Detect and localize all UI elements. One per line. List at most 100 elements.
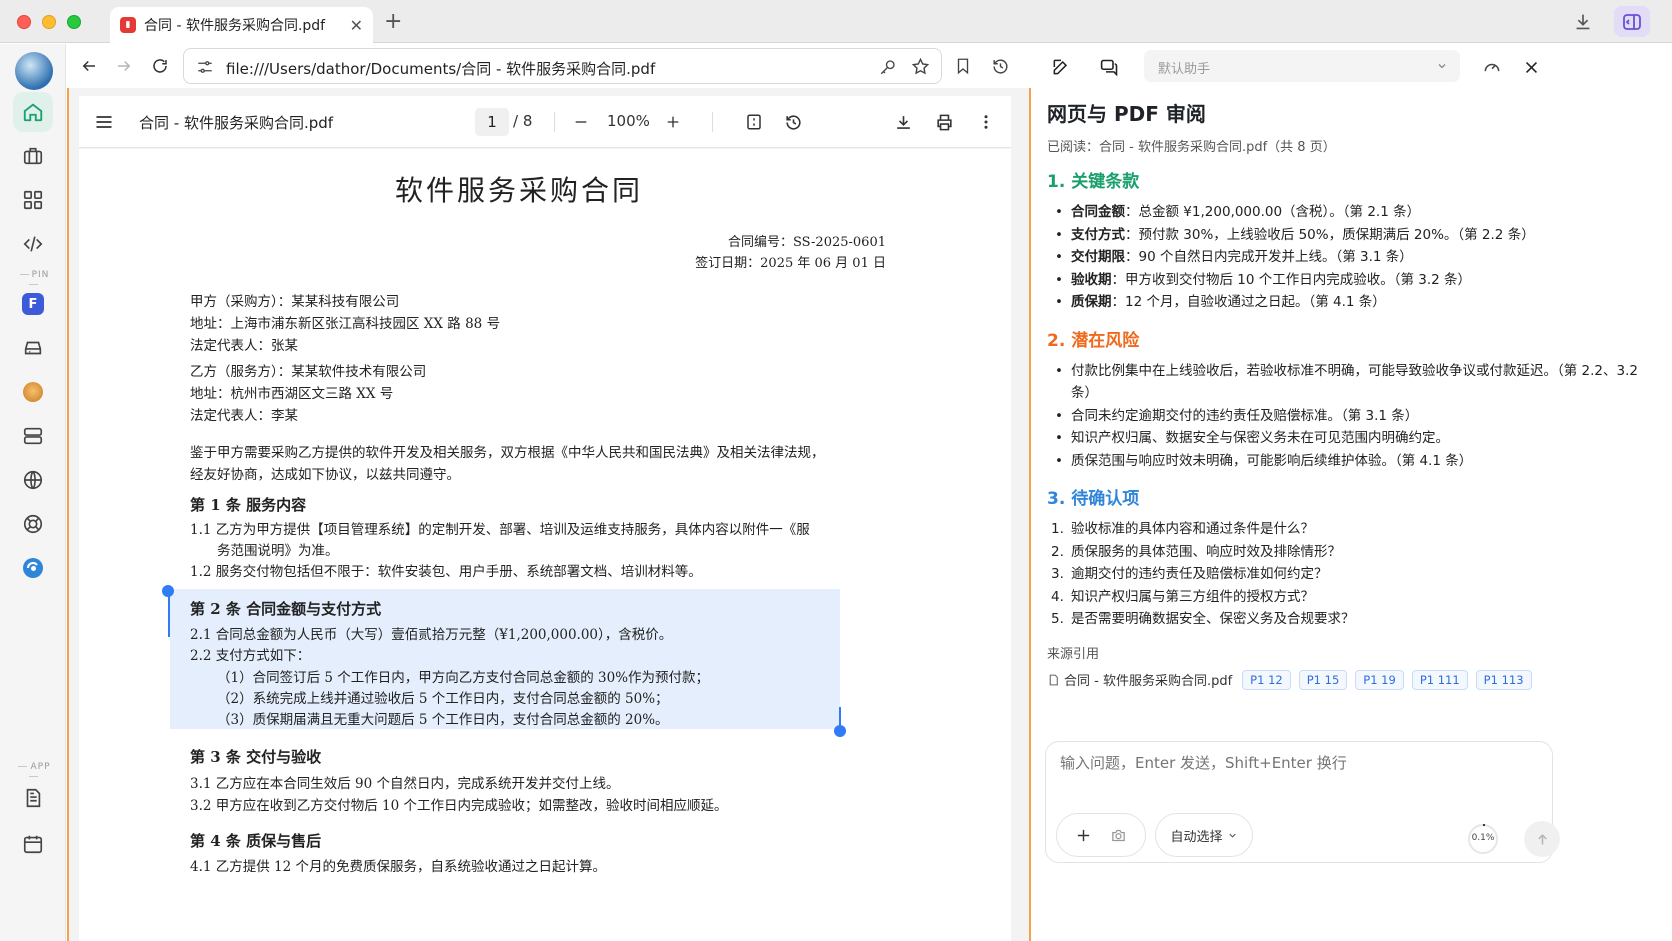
page-number-input[interactable]: 1 [475, 108, 509, 136]
rail-workspace[interactable] [13, 136, 53, 176]
f-app-icon: F [22, 293, 44, 315]
section-open-items: 3. 待确认项 [1047, 489, 1140, 509]
term-label: 交付期限 [1071, 249, 1125, 265]
conversations-button[interactable] [1097, 55, 1121, 79]
site-settings-icon[interactable] [196, 58, 214, 76]
context-usage-indicator: 0.1% [1467, 823, 1499, 855]
page-total: / 8 [513, 112, 533, 130]
home-icon [23, 103, 43, 122]
sources-label: 来源引用 [1047, 646, 1100, 662]
edit-icon [1053, 59, 1068, 75]
menu-icon[interactable] [94, 112, 114, 132]
address-bar[interactable]: file:///Users/dathor/Documents/合同 - 软件服务… [183, 48, 942, 84]
rotate-button[interactable] [781, 110, 805, 134]
source-chip[interactable]: P1 111 [1411, 669, 1468, 690]
window-close-button[interactable] [17, 15, 31, 29]
article-line: （1）合同签订后 5 个工作日内，甲方向乙方支付合同总金额的 30%作为预付款； [217, 670, 710, 686]
bookmarks-button[interactable] [951, 54, 975, 78]
chat-composer: 自动选择 0.1% [1045, 741, 1600, 863]
new-chat-button[interactable] [1049, 55, 1073, 79]
rail-browser[interactable] [13, 548, 53, 588]
print-button[interactable] [932, 110, 956, 134]
model-select-value: 自动选择 [1170, 829, 1223, 845]
model-select[interactable]: 自动选择 [1155, 813, 1253, 857]
key-terms-list: 合同金额：总金额 ¥1,200,000.00（含税）。（第 2.1 条） 支付方… [1047, 201, 1647, 314]
assistant-selector[interactable]: 默认助手 [1144, 50, 1460, 82]
article-line: （3）质保期届满且无重大问题后 5 个工作日内，支付合同总金额的 20%。 [217, 712, 669, 728]
more-options-button[interactable] [974, 110, 998, 134]
selection-end-handle[interactable] [834, 725, 846, 737]
term-text: ：12 个月，自验收通过之日起。（第 4.1 条） [1111, 294, 1386, 310]
download-icon [896, 115, 910, 129]
chat-input[interactable] [1060, 754, 1600, 772]
item-text: 质保服务的具体范围、响应时效及排除情形？ [1071, 543, 1341, 560]
pdf-download-button[interactable] [891, 110, 915, 134]
article-2-heading: 第 2 条 合同金额与支付方式 [190, 600, 382, 618]
sidebar-toggle-button[interactable] [1614, 6, 1650, 37]
speed-button[interactable] [1480, 55, 1504, 79]
arrow-up-icon [1537, 833, 1547, 844]
tab-close-icon[interactable]: ✕ [350, 16, 363, 35]
rail-apps[interactable] [13, 180, 53, 220]
rail-web[interactable] [13, 460, 53, 500]
downloads-icon[interactable] [1572, 11, 1594, 33]
rail-support[interactable] [13, 504, 53, 544]
article-line: 务范围说明》为准。 [217, 543, 339, 559]
owl-app-icon [23, 382, 43, 402]
forward-button[interactable] [112, 54, 136, 78]
article-line: 1.1 乙方为甲方提供【项目管理系统】的定制开发、部署、培训及运维支持服务，具体… [190, 522, 810, 538]
rail-calendar[interactable] [13, 824, 53, 864]
plus-icon [667, 116, 679, 128]
rail-mascot[interactable] [13, 372, 53, 412]
zoom-level: 100% [607, 112, 650, 130]
zoom-in-button[interactable] [661, 110, 685, 134]
rail-storage[interactable] [13, 328, 53, 368]
window-minimize-button[interactable] [42, 15, 56, 29]
user-avatar[interactable] [15, 52, 53, 90]
preamble-line: 经友好协商，达成如下协议，以兹共同遵守。 [190, 467, 460, 483]
response-heading: 网页与 PDF 审阅 [1047, 102, 1206, 126]
item-text: 逾期交付的违约责任及赔偿标准如何约定？ [1071, 566, 1328, 582]
camera-icon[interactable] [1110, 827, 1127, 844]
term-label: 合同金额 [1071, 204, 1125, 220]
key-icon[interactable] [879, 58, 897, 76]
article-line: 3.1 乙方应在本合同生效后 90 个自然日内，完成系统开发并交付上线。 [190, 776, 620, 792]
selection-start-handle[interactable] [162, 585, 174, 597]
briefcase-icon [23, 147, 43, 165]
rail-code[interactable] [13, 224, 53, 264]
rail-home[interactable] [13, 92, 53, 132]
zoom-out-button[interactable] [569, 110, 593, 134]
add-attachment-icon[interactable] [1075, 827, 1092, 844]
close-icon [1525, 61, 1537, 73]
send-button[interactable] [1524, 821, 1560, 857]
pdf-viewer: 合同 - 软件服务采购合同.pdf 1 / 8 100% 软件服务采购合同 合同… [67, 88, 1031, 941]
item-text: 是否需要明确数据安全、保密义务及合规要求？ [1071, 611, 1355, 627]
new-tab-icon[interactable]: + [384, 9, 402, 34]
close-panel-button[interactable] [1519, 55, 1543, 79]
rail-notes[interactable] [13, 778, 53, 818]
source-chip[interactable]: P1 113 [1475, 669, 1532, 690]
back-button[interactable] [77, 54, 101, 78]
source-chip[interactable]: P1 15 [1298, 669, 1348, 690]
source-chip[interactable]: P1 12 [1242, 669, 1291, 690]
source-file[interactable]: 合同 - 软件服务采购合同.pdf [1064, 670, 1232, 689]
reload-button[interactable] [148, 54, 172, 78]
calendar-icon [23, 835, 43, 854]
arrow-right-icon [118, 60, 131, 72]
tab-active[interactable]: ▮ 合同 - 软件服务采购合同.pdf ✕ [110, 7, 373, 43]
fit-page-button[interactable] [742, 110, 766, 134]
list-item: 合同未约定逾期交付的违约责任及赔偿标准。（第 3.1 条） [1047, 405, 1647, 428]
star-icon[interactable] [911, 57, 930, 76]
server-icon [23, 427, 43, 445]
article-line: 3.2 甲方应在收到乙方交付物后 10 个工作日内完成验收；如需整改，验收时间相… [190, 798, 728, 814]
section-risks: 2. 潜在风险 [1047, 330, 1140, 351]
history-button[interactable] [988, 54, 1012, 78]
source-chip[interactable]: P1 19 [1355, 669, 1404, 690]
rail-pinned-f[interactable]: F [13, 284, 53, 324]
window-titlebar: ▮ 合同 - 软件服务采购合同.pdf ✕ + [0, 0, 1672, 43]
pdf-title: 合同 - 软件服务采购合同.pdf [139, 114, 334, 132]
grid-icon [23, 190, 43, 210]
rail-server[interactable] [13, 416, 53, 456]
window-maximize-button[interactable] [67, 15, 81, 29]
list-item: 5. 是否需要明确数据安全、保密义务及合规要求？ [1051, 611, 1355, 627]
